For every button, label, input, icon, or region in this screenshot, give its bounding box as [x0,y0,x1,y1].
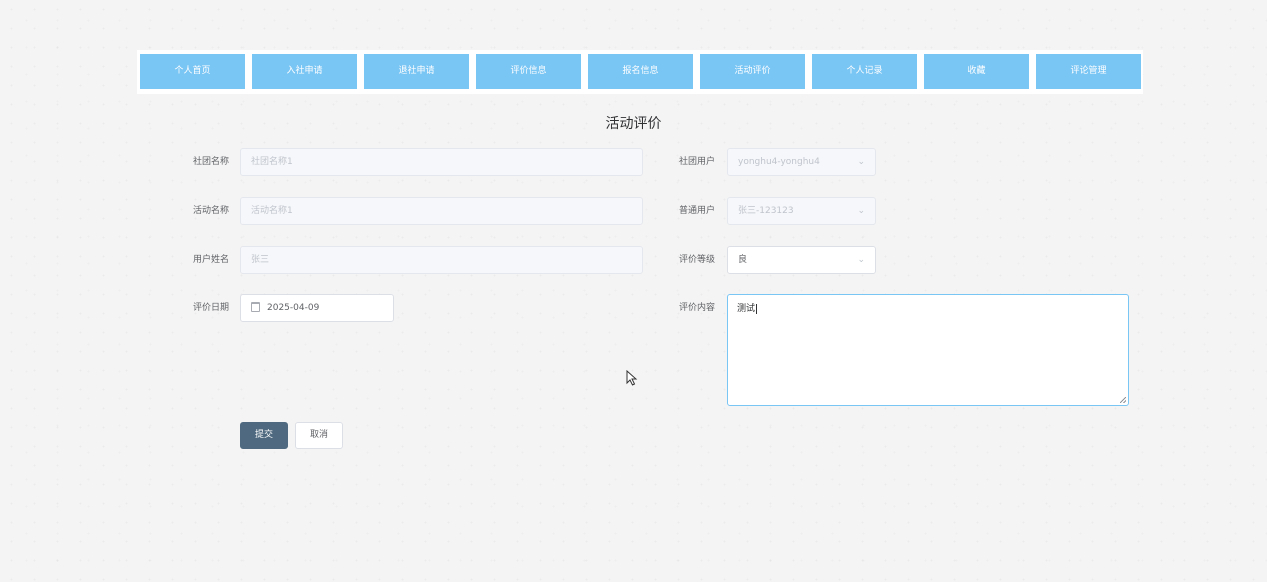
nav-item-comment-management[interactable]: 评论管理 [1036,54,1141,89]
nav-item-join-application[interactable]: 入社申请 [252,54,357,89]
nav-item-personal-home[interactable]: 个人首页 [140,54,245,89]
text-caret [756,304,758,314]
cancel-button[interactable]: 取消 [295,422,343,449]
activity-name-label: 活动名称 [193,206,230,216]
rating-select[interactable]: 良 ⌄ [727,246,876,274]
club-user-select[interactable]: yonghu4-yonghu4 ⌄ [727,148,876,176]
normal-user-label: 普通用户 [679,206,716,216]
review-content-textarea[interactable]: 测试 [727,294,1129,406]
calendar-icon [251,302,260,312]
club-name-label: 社团名称 [193,157,230,167]
nav-item-signup-info[interactable]: 报名信息 [588,54,693,89]
chevron-down-icon: ⌄ [857,255,865,265]
review-date-picker[interactable]: 2025-04-09 [240,294,394,322]
mouse-pointer-icon [626,370,638,386]
nav-item-personal-records[interactable]: 个人记录 [812,54,917,89]
submit-button[interactable]: 提交 [240,422,288,449]
user-name-label: 用户姓名 [193,255,230,265]
nav-item-favorites[interactable]: 收藏 [924,54,1029,89]
review-date-label: 评价日期 [193,303,230,313]
review-content-value: 测试 [737,304,756,314]
nav-item-review-info[interactable]: 评价信息 [476,54,581,89]
nav-item-activity-review[interactable]: 活动评价 [700,54,805,89]
activity-name-input[interactable]: 活动名称1 [240,197,643,225]
user-name-input[interactable]: 张三 [240,246,643,274]
club-user-value: yonghu4-yonghu4 [738,157,820,167]
top-nav: 个人首页 入社申请 退社申请 评价信息 报名信息 活动评价 个人记录 收藏 评论… [137,50,1143,94]
resize-handle[interactable] [1120,397,1126,403]
chevron-down-icon: ⌄ [857,157,865,167]
review-date-value: 2025-04-09 [267,303,320,313]
rating-value: 良 [738,255,748,265]
rating-label: 评价等级 [679,255,716,265]
normal-user-value: 张三-123123 [738,206,794,216]
page-title: 活动评价 [605,116,662,132]
review-content-label: 评价内容 [679,303,716,313]
club-user-label: 社团用户 [679,157,716,167]
nav-item-quit-application[interactable]: 退社申请 [364,54,469,89]
normal-user-select[interactable]: 张三-123123 ⌄ [727,197,876,225]
club-name-input[interactable]: 社团名称1 [240,148,643,176]
chevron-down-icon: ⌄ [857,206,865,216]
